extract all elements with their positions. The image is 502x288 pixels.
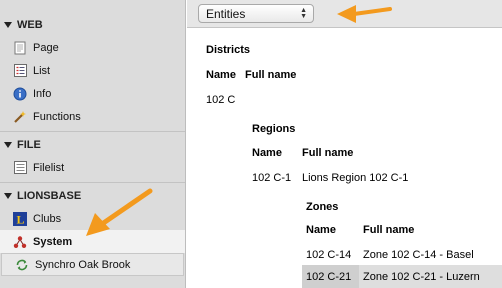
zones-col-fullname: Full name	[363, 224, 415, 236]
collapse-triangle-icon[interactable]	[4, 142, 12, 148]
districts-col-name: Name	[206, 69, 236, 81]
group-file: FILE Filelist	[0, 134, 185, 179]
group-title: WEB	[17, 19, 43, 31]
sidebar-item-synchro-oak-brook[interactable]: Synchro Oak Brook	[1, 253, 184, 276]
sidebar-item-label: Clubs	[33, 212, 62, 225]
district-row-name[interactable]: 102 C	[206, 94, 235, 106]
sidebar-item-label: List	[33, 64, 51, 77]
select-arrows-icon: ▲ ▼	[300, 7, 307, 20]
group-header-file[interactable]: FILE	[0, 134, 185, 156]
sidebar-item-filelist[interactable]: Filelist	[0, 156, 185, 179]
zone-row-fullname[interactable]: Zone 102 C-14 - Basel	[363, 249, 474, 261]
regions-title: Regions	[252, 123, 296, 135]
collapse-triangle-icon[interactable]	[4, 22, 12, 28]
regions-col-fullname: Full name	[302, 147, 354, 159]
sidebar-item-info[interactable]: Info	[0, 82, 185, 105]
group-lionsbase: LIONSBASE L Clubs System Synchro Oak Bro…	[0, 185, 185, 276]
zones-col-name: Name	[306, 224, 336, 236]
list-icon	[13, 64, 27, 78]
sitemap-icon	[13, 235, 27, 249]
collapse-triangle-icon[interactable]	[4, 193, 12, 199]
group-header-web[interactable]: WEB	[0, 14, 185, 36]
zone-row-fullname[interactable]: Zone 102 C-21 - Luzern	[363, 271, 480, 283]
filelist-icon	[13, 161, 27, 175]
sidebar-item-label: Functions	[33, 110, 81, 123]
info-icon	[13, 87, 27, 101]
region-row-fullname[interactable]: Lions Region 102 C-1	[302, 172, 408, 184]
sidebar-item-page[interactable]: Page	[0, 36, 185, 59]
sidebar-item-label: Filelist	[33, 161, 65, 174]
view-selector[interactable]: Entities ▲ ▼	[198, 4, 314, 23]
group-web: WEB Page List Info Functions	[0, 14, 185, 128]
group-header-lionsbase[interactable]: LIONSBASE	[0, 185, 185, 207]
zone-row-name[interactable]: 102 C-21	[306, 271, 351, 283]
sidebar-item-label: System	[33, 235, 73, 248]
sync-icon	[15, 258, 29, 272]
sidebar-item-functions[interactable]: Functions	[0, 105, 185, 128]
zone-row-name[interactable]: 102 C-14	[306, 249, 351, 261]
main-content: Districts Name Full name 102 C Regions N…	[187, 29, 502, 288]
docheader-toolbar: Entities ▲ ▼	[187, 0, 502, 28]
divider	[0, 182, 185, 183]
region-row-name[interactable]: 102 C-1	[252, 172, 291, 184]
sidebar-item-list[interactable]: List	[0, 59, 185, 82]
sidebar-item-label: Info	[33, 87, 52, 100]
sidebar-item-system[interactable]: System	[0, 230, 185, 253]
divider	[0, 131, 185, 132]
module-menu: WEB Page List Info Functions FILE Fileli…	[0, 0, 186, 288]
zones-title: Zones	[306, 201, 339, 213]
sidebar-item-label: Synchro Oak Brook	[35, 258, 131, 271]
page-icon	[13, 41, 27, 55]
sidebar-item-label: Page	[33, 41, 59, 54]
group-title: LIONSBASE	[17, 190, 82, 202]
wand-icon	[13, 110, 27, 124]
group-title: FILE	[17, 139, 41, 151]
lions-logo-icon: L	[13, 211, 27, 226]
view-selector-value: Entities	[206, 6, 246, 21]
svg-text:L: L	[17, 212, 25, 226]
districts-col-fullname: Full name	[245, 69, 297, 81]
districts-title: Districts	[206, 44, 251, 56]
regions-col-name: Name	[252, 147, 282, 159]
sidebar-item-clubs[interactable]: L Clubs	[0, 207, 185, 230]
